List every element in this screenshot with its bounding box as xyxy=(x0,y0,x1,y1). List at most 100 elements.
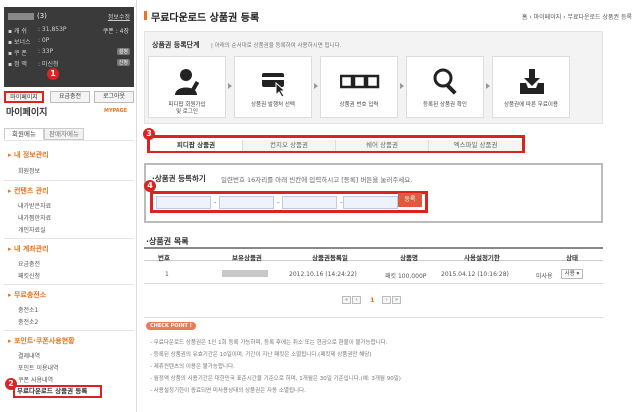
divider xyxy=(4,140,134,141)
mypage-button[interactable]: 마이페이지 xyxy=(4,91,44,103)
card-pointer-icon xyxy=(262,73,287,97)
sidebar-item-personal[interactable]: 개인자료실 xyxy=(18,225,46,234)
register-button[interactable]: 등록 xyxy=(398,193,422,207)
sidebar-item-payment[interactable]: 결제내역 xyxy=(18,351,40,360)
serial-inputs: - - - xyxy=(150,191,428,213)
dash: - xyxy=(277,199,280,207)
divider xyxy=(4,180,134,181)
cash-row: ▪ 캐 쉬: 31,853P xyxy=(8,26,67,35)
sidebar-item-received[interactable]: 내가받은자료 xyxy=(18,201,51,210)
col-expire: 사용설정기한 xyxy=(464,254,500,262)
logout-button[interactable]: 로그아웃 xyxy=(94,91,134,103)
title-accent xyxy=(144,11,147,20)
divider xyxy=(4,284,134,285)
section-free-charge[interactable]: ▸ 무료충전소 xyxy=(8,290,46,300)
arrow-icon xyxy=(228,83,232,89)
row-status: 미사용 xyxy=(536,273,553,280)
col-no: 번호 xyxy=(158,254,170,262)
marker-1: 1 xyxy=(47,68,59,80)
arrow-icon xyxy=(486,83,490,89)
step-number-input: 상품권 번호 입력 xyxy=(320,56,398,118)
tab-seller[interactable]: 판매자메뉴 xyxy=(44,128,84,140)
tab-contents-voucher[interactable]: 컨지오 상품권 xyxy=(243,140,336,151)
notice-line: - 사용설정기한이 종료되면 미사용상태의 상품권은 자동 소멸됩니다. xyxy=(150,388,306,394)
setting-badge[interactable]: 설정 xyxy=(116,48,130,55)
col-status: 상태 xyxy=(566,254,578,262)
sidebar-item-voucher-register[interactable]: 무료다운로드 상품권 등록 xyxy=(13,385,102,398)
row-no: 1 xyxy=(165,271,169,278)
edit-profile-link[interactable]: 정보수정 xyxy=(108,12,130,21)
username: (3) xyxy=(8,12,47,20)
voucher-tabs: 피디팝 상품권 컨지오 상품권 쉐어 상품권 엑스파일 상품권 xyxy=(147,135,525,153)
voucher-code-redacted xyxy=(222,270,268,277)
page-title: 무료다운로드 상품권 등록 xyxy=(151,13,260,24)
apply-badge[interactable]: 신청 xyxy=(116,59,130,66)
register-description: 일련번호 16자리를 아래 빈칸에 입력하시고 [등록] 버튼을 눌러주세요. xyxy=(221,176,413,184)
serial-input-4[interactable] xyxy=(343,196,398,209)
step-free-use: 상품권에 따른 무료이용 xyxy=(492,56,570,118)
pagination: « ‹ 1 › » xyxy=(340,296,401,306)
magnifier-icon xyxy=(433,68,457,95)
marker-4: 4 xyxy=(144,180,156,192)
table-header: 번호 보유상품권 상품권등록일 상품명 사용설정기한 상태 xyxy=(144,247,603,262)
step-check: 등록된 상품권 확인 xyxy=(406,56,484,118)
page-next[interactable]: › xyxy=(382,296,391,304)
sidebar-item-charge2[interactable]: 충전소2 xyxy=(18,317,38,326)
serial-input-3[interactable] xyxy=(282,196,337,209)
sidebar-item-recharge[interactable]: 요금충전 xyxy=(18,259,40,268)
page-first[interactable]: « xyxy=(342,296,351,304)
breadcrumb[interactable]: 홈 › 마이페이지 › 무료다운로드 상품권 등록 xyxy=(522,12,632,21)
serial-input-2[interactable] xyxy=(219,196,274,209)
col-voucher: 보유상품권 xyxy=(232,254,262,262)
col-reg-date: 상품권등록일 xyxy=(312,254,348,262)
page-prev[interactable]: ‹ xyxy=(352,296,361,304)
profile-buttons: 마이페이지 요금충전 로그아웃 xyxy=(4,91,134,103)
point-row: ▪ 쿠 폰: 33P 설정 xyxy=(8,48,130,57)
sidebar-title-en: MYPAGE xyxy=(104,108,128,114)
notice-line: - 무료다운로드 상품권은 1인 1회 등록 가능하며, 등록 후에는 취소 또… xyxy=(150,340,388,346)
user-edit-icon xyxy=(175,69,200,96)
notice-line: - 제휴컨텐츠의 이용은 불가능합니다. xyxy=(150,364,235,370)
use-select[interactable]: 사용 ▾ xyxy=(561,269,583,279)
steps-title: 상품권 등록단계 xyxy=(152,41,200,49)
notice-line: - 등록된 상품권의 유효기간은 10일이며, 기간이 지난 패킷은 소멸됩니다… xyxy=(150,352,372,358)
sidebar-item-member-info[interactable]: 회원정보 xyxy=(18,166,40,175)
sidebar-item-wishlist[interactable]: 내가찜한자료 xyxy=(18,213,51,222)
section-account[interactable]: ▸ 내 계좌관리 xyxy=(8,244,49,254)
marker-2: 2 xyxy=(5,378,17,390)
section-contents[interactable]: ▸ 컨텐츠 관리 xyxy=(8,186,49,196)
divider xyxy=(4,330,134,331)
step-signup: 피디팝 회원가입 및 로그인 xyxy=(148,56,226,118)
row-expire: 2015.04.12 (10:16:28) xyxy=(441,271,509,278)
tab-pdpop-voucher[interactable]: 피디팝 상품권 xyxy=(150,140,243,151)
check-point-badge: CHECK POINT ! xyxy=(146,322,196,330)
coupon-count: 쿠폰 : 4장 xyxy=(102,28,129,35)
profile-box: (3) 정보수정 ▪ 캐 쉬: 31,853P 쿠폰 : 4장 ▪ 보너스: 0… xyxy=(4,7,134,87)
register-label: ·상품권 등록하기 xyxy=(152,174,206,183)
subscription-row: ▪ 정 액: 미신청 신청 xyxy=(8,59,130,68)
tab-share-voucher[interactable]: 쉐어 상품권 xyxy=(336,140,429,151)
arrow-icon xyxy=(400,83,404,89)
sidebar-item-coupon-history[interactable]: 쿠폰 사용내역 xyxy=(18,375,53,384)
page-last[interactable]: » xyxy=(392,296,401,304)
serial-input-1[interactable] xyxy=(156,196,211,209)
page-current[interactable]: 1 xyxy=(370,296,375,304)
sidebar-item-point-history[interactable]: 포인트 이용내역 xyxy=(18,363,59,372)
row-product: 패킷 100,000P xyxy=(385,273,427,280)
sidebar-item-charge1[interactable]: 충전소1 xyxy=(18,305,38,314)
divider xyxy=(4,238,134,239)
download-tray-icon xyxy=(520,69,544,94)
code-boxes-icon xyxy=(340,74,380,89)
tab-member[interactable]: 회원메뉴 xyxy=(4,128,44,140)
list-title: ·상품권 목록 xyxy=(146,237,189,246)
section-point-coupon[interactable]: ▸ 포인트·쿠폰사용현황 xyxy=(8,336,75,346)
recharge-button[interactable]: 요금충전 xyxy=(50,91,90,103)
sidebar-title: 마이페이지 xyxy=(6,108,48,118)
col-product: 상품명 xyxy=(400,254,418,262)
tab-xfile-voucher[interactable]: 엑스파일 상품권 xyxy=(429,140,522,151)
sidebar-tabs: 회원메뉴 판매자메뉴 xyxy=(4,128,134,140)
sidebar-item-packet[interactable]: 패킷신청 xyxy=(18,271,40,280)
marker-3: 3 xyxy=(143,128,155,140)
section-my-info[interactable]: ▸ 내 정보관리 xyxy=(8,150,49,160)
dash: - xyxy=(214,199,217,207)
